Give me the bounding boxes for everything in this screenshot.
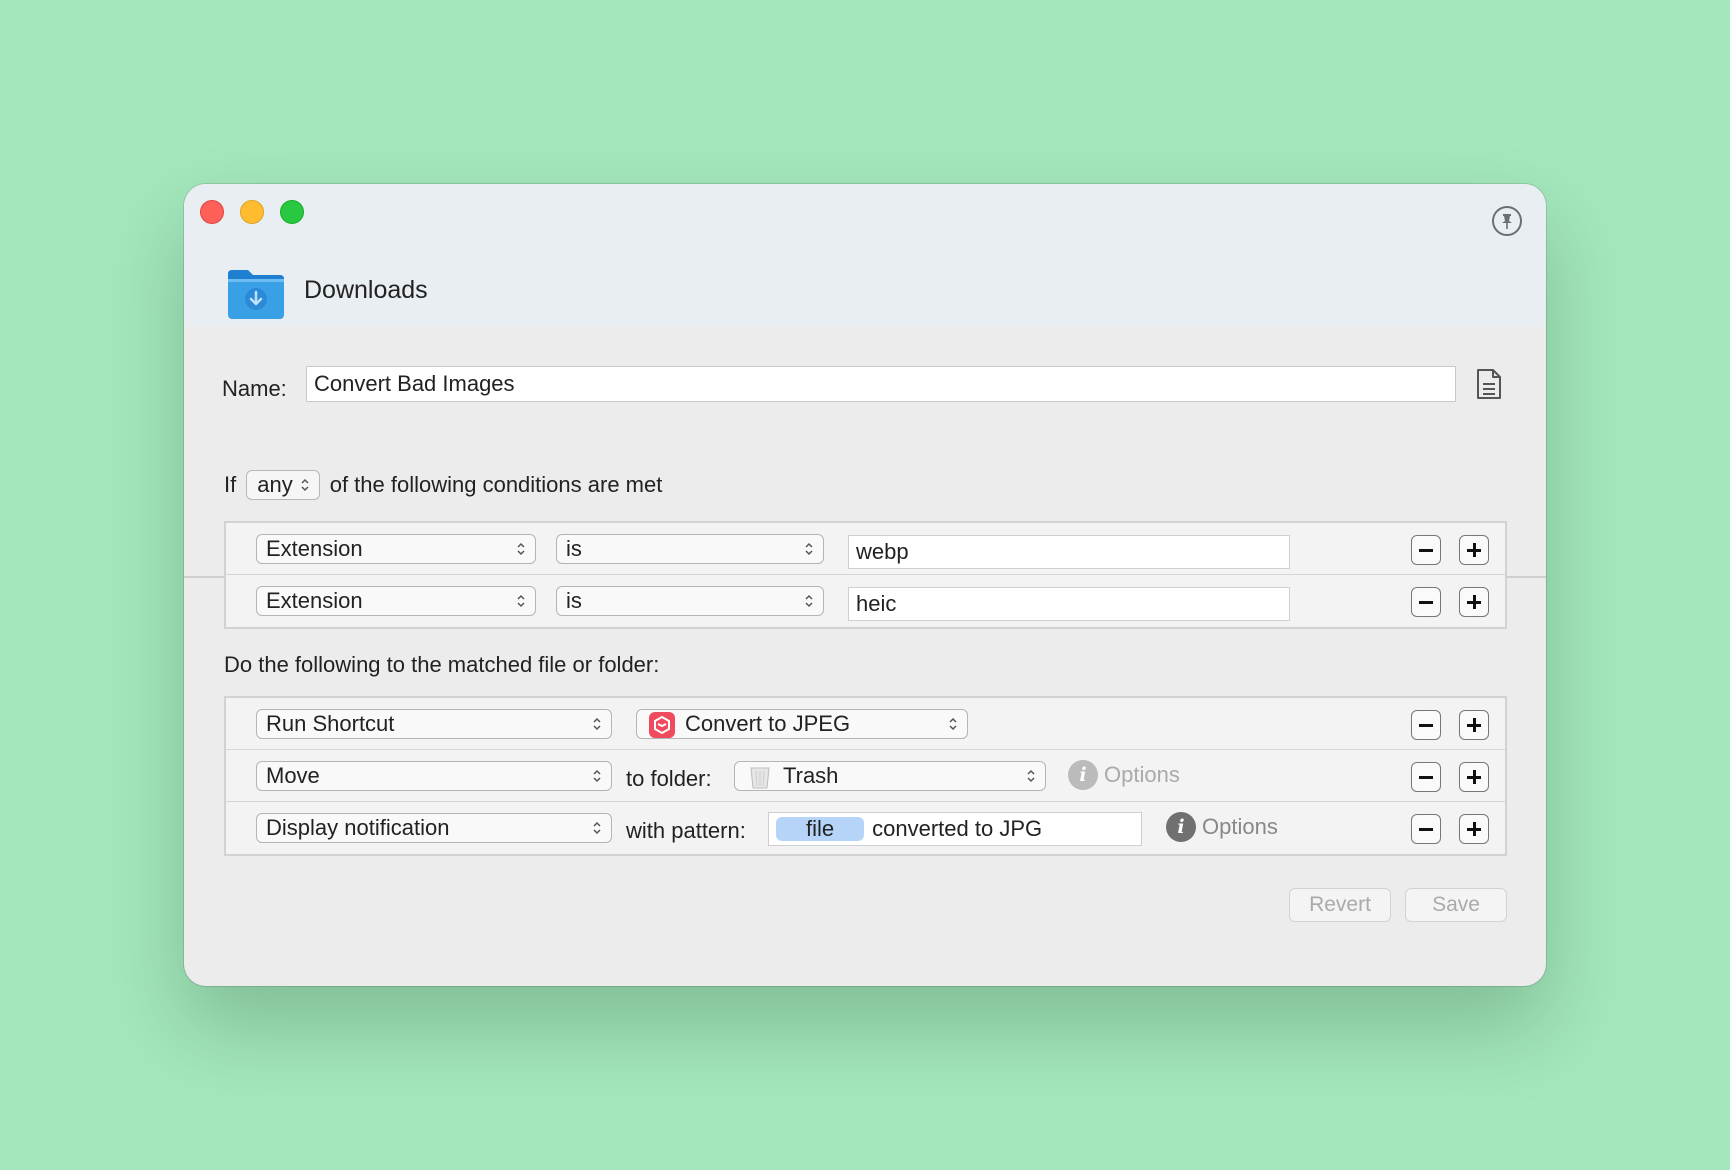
shortcuts-app-icon	[649, 712, 675, 738]
operator-value: is	[566, 536, 582, 561]
save-button[interactable]: Save	[1405, 888, 1507, 922]
remove-condition-button[interactable]	[1411, 535, 1441, 565]
attribute-value: Extension	[266, 588, 363, 613]
conditions-suffix: of the following conditions are met	[329, 472, 663, 497]
condition-row: Extension is heic	[226, 575, 1505, 627]
action-type-select[interactable]: Move	[256, 761, 612, 791]
action-row: Display notification with pattern: file c…	[226, 802, 1505, 854]
remove-action-button[interactable]	[1411, 814, 1441, 844]
match-mode-value: any	[257, 472, 293, 497]
minimize-icon[interactable]	[240, 200, 264, 224]
remove-action-button[interactable]	[1411, 762, 1441, 792]
zoom-icon[interactable]	[280, 200, 304, 224]
titlebar: Downloads	[184, 184, 1546, 326]
document-icon[interactable]	[1476, 368, 1502, 400]
action-row: Run Shortcut Convert to JPEG	[226, 698, 1505, 750]
with-pattern-label: with pattern:	[626, 818, 746, 843]
add-action-button[interactable]	[1459, 762, 1489, 792]
close-icon[interactable]	[200, 200, 224, 224]
if-label: If	[224, 472, 237, 497]
downloads-folder-icon	[228, 270, 284, 319]
conditions-heading: If any of the following conditions are m…	[224, 470, 662, 500]
minus-icon	[1419, 548, 1433, 552]
rule-editor-window: Downloads Name: Convert Bad Images If an…	[184, 184, 1546, 986]
move-options-button[interactable]: i Options	[1068, 760, 1180, 790]
chevron-updown-icon	[949, 717, 957, 731]
actions-heading: Do the following to the matched file or …	[224, 652, 660, 677]
condition-operator-select[interactable]: is	[556, 586, 824, 616]
minus-icon	[1419, 827, 1433, 831]
condition-attribute-select[interactable]: Extension	[256, 534, 536, 564]
shortcut-select[interactable]: Convert to JPEG	[636, 709, 968, 739]
folder-select[interactable]: Trash	[734, 761, 1046, 791]
chevron-updown-icon	[593, 769, 601, 783]
action-type-value: Display notification	[266, 815, 450, 840]
remove-action-button[interactable]	[1411, 710, 1441, 740]
add-condition-button[interactable]	[1459, 535, 1489, 565]
chevron-updown-icon	[517, 542, 525, 556]
pin-icon[interactable]	[1492, 206, 1522, 236]
shortcut-value: Convert to JPEG	[685, 711, 851, 736]
options-label: Options	[1104, 762, 1180, 787]
condition-value-field[interactable]: heic	[848, 587, 1290, 621]
minus-icon	[1419, 600, 1433, 604]
action-row: Move to folder: Trash i Options	[226, 750, 1505, 802]
actions-panel: Run Shortcut Convert to JPEG Move to fol	[224, 696, 1507, 856]
pattern-text: converted to JPG	[872, 816, 1043, 841]
minus-icon	[1419, 775, 1433, 779]
add-condition-button[interactable]	[1459, 587, 1489, 617]
conditions-panel: Extension is webp Extension is heic	[224, 521, 1507, 629]
name-label: Name:	[222, 376, 287, 401]
revert-button[interactable]: Revert	[1289, 888, 1391, 922]
chevron-updown-icon	[805, 542, 813, 556]
rule-name-field[interactable]: Convert Bad Images	[306, 366, 1456, 402]
options-label: Options	[1202, 814, 1278, 839]
add-action-button[interactable]	[1459, 710, 1489, 740]
minus-icon	[1419, 723, 1433, 727]
action-type-value: Move	[266, 763, 320, 788]
operator-value: is	[566, 588, 582, 613]
folder-title: Downloads	[304, 276, 428, 304]
match-mode-select[interactable]: any	[246, 470, 320, 500]
pattern-field[interactable]: file converted to JPG	[768, 812, 1142, 846]
folder-value: Trash	[783, 763, 839, 788]
chevron-updown-icon	[593, 821, 601, 835]
file-token[interactable]: file	[776, 817, 865, 841]
condition-value-field[interactable]: webp	[848, 535, 1290, 569]
chevron-updown-icon	[805, 594, 813, 608]
add-action-button[interactable]	[1459, 814, 1489, 844]
trash-icon	[750, 767, 770, 789]
condition-attribute-select[interactable]: Extension	[256, 586, 536, 616]
condition-operator-select[interactable]: is	[556, 534, 824, 564]
chevron-updown-icon	[517, 594, 525, 608]
notify-options-button[interactable]: i Options	[1166, 812, 1278, 842]
info-icon: i	[1166, 812, 1196, 842]
chevron-updown-icon	[301, 478, 309, 492]
action-type-select[interactable]: Run Shortcut	[256, 709, 612, 739]
to-folder-label: to folder:	[626, 766, 712, 791]
chevron-updown-icon	[593, 717, 601, 731]
action-type-value: Run Shortcut	[266, 711, 395, 736]
attribute-value: Extension	[266, 536, 363, 561]
chevron-updown-icon	[1027, 769, 1035, 783]
remove-condition-button[interactable]	[1411, 587, 1441, 617]
info-icon: i	[1068, 760, 1098, 790]
condition-row: Extension is webp	[226, 523, 1505, 575]
action-type-select[interactable]: Display notification	[256, 813, 612, 843]
